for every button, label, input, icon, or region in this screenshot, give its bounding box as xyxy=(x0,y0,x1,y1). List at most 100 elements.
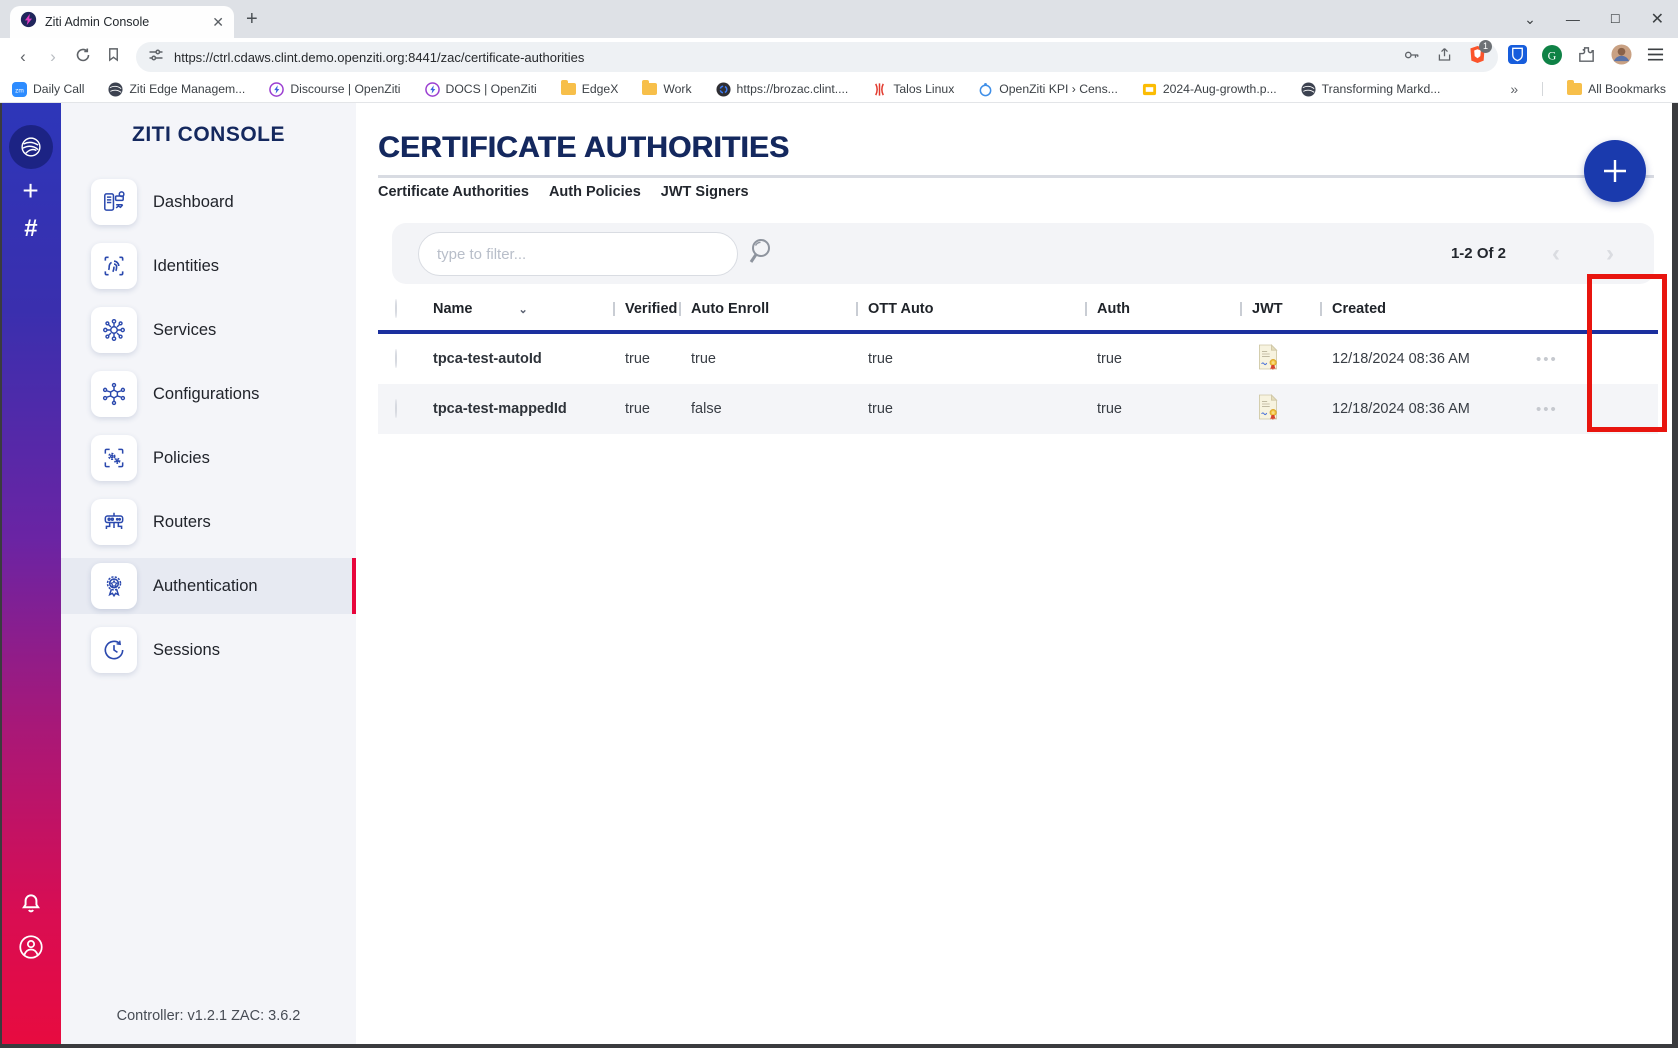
certificate-jwt-icon[interactable] xyxy=(1240,343,1320,375)
tab-close-icon[interactable]: ✕ xyxy=(212,14,224,31)
zoom-icon: zm xyxy=(12,82,27,97)
table-row[interactable]: tpca-test-mappedId true false true true … xyxy=(378,384,1658,434)
col-auto-enroll[interactable]: Auto Enroll xyxy=(679,301,856,317)
sidebar-item-policies[interactable]: Policies xyxy=(61,430,356,486)
bookmark-ziti-edge[interactable]: Ziti Edge Managem... xyxy=(108,82,245,97)
gears-icon xyxy=(91,435,137,481)
add-button[interactable] xyxy=(1584,140,1646,202)
bookmark-openziti-kpi[interactable]: OpenZiti KPI › Cens... xyxy=(978,82,1118,97)
folder-icon xyxy=(1567,83,1582,95)
bookmark-discourse-openziti[interactable]: Discourse | OpenZiti xyxy=(269,82,400,97)
sidebar-item-dashboard[interactable]: Dashboard xyxy=(61,174,356,230)
row-actions-icon[interactable]: ••• xyxy=(1508,351,1658,368)
search-icon[interactable] xyxy=(746,233,778,274)
sidebar-item-identities[interactable]: Identities xyxy=(61,238,356,294)
ziti-logo[interactable] xyxy=(9,125,53,169)
cell-auto-enroll: true xyxy=(679,351,856,367)
extensions-puzzle-icon[interactable] xyxy=(1577,45,1596,69)
slides-icon xyxy=(1142,82,1157,97)
close-window-button[interactable]: ✕ xyxy=(1651,9,1664,29)
col-auth[interactable]: Auth xyxy=(1085,301,1240,317)
share-icon[interactable] xyxy=(1436,46,1453,68)
filter-input[interactable] xyxy=(418,232,738,276)
tab-certificate-authorities[interactable]: Certificate Authorities xyxy=(378,184,529,200)
maximize-button[interactable]: ☐ xyxy=(1610,12,1621,26)
brave-shield-icon[interactable]: 1 xyxy=(1469,45,1486,69)
new-tab-button[interactable]: + xyxy=(246,8,258,31)
profile-avatar[interactable] xyxy=(1611,44,1632,70)
forward-button[interactable]: › xyxy=(38,47,68,67)
col-jwt[interactable]: JWT xyxy=(1240,301,1320,317)
grammarly-extension-icon[interactable]: G xyxy=(1542,45,1562,70)
network-icon xyxy=(91,307,137,353)
rail-add-button[interactable]: + xyxy=(0,175,61,207)
sidebar-item-services[interactable]: Services xyxy=(61,302,356,358)
sidebar-item-routers[interactable]: Routers xyxy=(61,494,356,550)
col-name[interactable]: Name⌄ xyxy=(433,301,613,317)
svg-text:G: G xyxy=(1548,48,1557,62)
sidebar-item-configurations[interactable]: Configurations xyxy=(61,366,356,422)
row-actions-icon[interactable]: ••• xyxy=(1508,401,1658,418)
reload-button[interactable] xyxy=(68,47,98,68)
password-key-icon[interactable] xyxy=(1402,46,1420,69)
award-icon xyxy=(91,563,137,609)
favicon-ziti xyxy=(20,11,37,33)
bookmark-icon[interactable] xyxy=(98,47,128,67)
bookmark-brozac[interactable]: https://brozac.clint.... xyxy=(716,82,849,97)
notifications-bell-icon[interactable] xyxy=(0,891,61,917)
bookmarks-overflow-button[interactable]: » xyxy=(1510,81,1518,97)
select-all-checkbox[interactable] xyxy=(395,299,397,318)
row-checkbox[interactable] xyxy=(395,349,397,368)
bookmark-folder-edgex[interactable]: EdgeX xyxy=(561,82,619,96)
col-created[interactable]: Created xyxy=(1320,301,1508,317)
cell-auth: true xyxy=(1085,401,1240,417)
minimize-button[interactable]: — xyxy=(1566,11,1580,27)
table-controls: 1-2 Of 2 ‹ › xyxy=(392,223,1654,284)
app-window: Ziti Admin Console ✕ + ⌄ — ☐ ✕ ‹ › https… xyxy=(0,0,1678,1048)
profile-icon[interactable] xyxy=(0,933,61,961)
section-tabs: Certificate Authorities Auth Policies JW… xyxy=(378,184,749,200)
folder-icon xyxy=(642,83,657,95)
col-ott-auto[interactable]: OTT Auto xyxy=(856,301,1085,317)
page-title: CERTIFICATE AUTHORITIES xyxy=(378,131,789,165)
bookmark-docs-openziti[interactable]: DOCS | OpenZiti xyxy=(425,82,537,97)
bookmark-talos-linux[interactable]: Talos Linux xyxy=(872,82,954,97)
cell-created: 12/18/2024 08:36 AM xyxy=(1320,351,1508,367)
col-verified[interactable]: Verified xyxy=(613,301,679,317)
all-bookmarks-button[interactable]: All Bookmarks xyxy=(1567,82,1666,96)
back-button[interactable]: ‹ xyxy=(8,47,38,67)
globe-icon xyxy=(108,82,123,97)
tab-jwt-signers[interactable]: JWT Signers xyxy=(661,184,749,200)
sort-chevron-icon[interactable]: ⌄ xyxy=(519,304,528,316)
fingerprint-icon xyxy=(91,243,137,289)
bookmark-daily-call[interactable]: zm Daily Call xyxy=(12,82,84,97)
url-text[interactable]: https://ctrl.cdaws.clint.demo.openziti.o… xyxy=(174,50,1392,65)
cell-name[interactable]: tpca-test-autoId xyxy=(433,351,613,367)
browser-tab[interactable]: Ziti Admin Console ✕ xyxy=(10,6,234,38)
dashboard-icon xyxy=(91,179,137,225)
cell-auto-enroll: false xyxy=(679,401,856,417)
cell-name[interactable]: tpca-test-mappedId xyxy=(433,401,613,417)
ca-table: Name⌄ Verified Auto Enroll OTT Auto Auth… xyxy=(378,288,1658,434)
window-edge-bottom xyxy=(0,1044,1678,1048)
rail-hash-button[interactable]: # xyxy=(0,215,61,243)
sidebar-item-authentication[interactable]: Authentication xyxy=(61,558,356,614)
cell-ott-auto: true xyxy=(856,351,1085,367)
certificate-jwt-icon[interactable] xyxy=(1240,393,1320,425)
row-checkbox[interactable] xyxy=(395,399,397,418)
table-row[interactable]: tpca-test-autoId true true true true 12/… xyxy=(378,334,1658,384)
sidebar-item-sessions[interactable]: Sessions xyxy=(61,622,356,678)
next-page-icon[interactable]: › xyxy=(1606,242,1614,266)
tab-search-icon[interactable]: ⌄ xyxy=(1524,11,1536,28)
folder-icon xyxy=(561,83,576,95)
url-bar[interactable]: https://ctrl.cdaws.clint.demo.openziti.o… xyxy=(136,42,1498,72)
bookmark-2024-aug-growth[interactable]: 2024-Aug-growth.p... xyxy=(1142,82,1277,97)
menu-icon[interactable] xyxy=(1647,47,1664,67)
bookmark-folder-work[interactable]: Work xyxy=(642,82,691,96)
site-settings-icon[interactable] xyxy=(148,47,164,68)
cell-verified: true xyxy=(613,401,679,417)
tab-auth-policies[interactable]: Auth Policies xyxy=(549,184,641,200)
bitwarden-extension-icon[interactable] xyxy=(1508,45,1527,69)
prev-page-icon[interactable]: ‹ xyxy=(1552,242,1560,266)
bookmark-transforming-markdown[interactable]: Transforming Markd... xyxy=(1301,82,1441,97)
